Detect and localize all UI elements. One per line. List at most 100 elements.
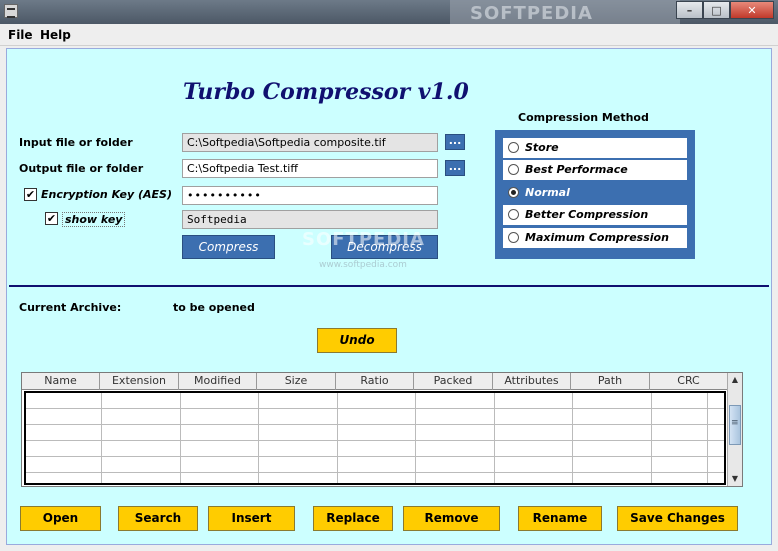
remove-button[interactable]: Remove bbox=[403, 506, 500, 531]
radio-store[interactable]: Store bbox=[503, 138, 687, 158]
col-attributes[interactable]: Attributes bbox=[493, 373, 571, 390]
table-cell[interactable] bbox=[495, 441, 573, 457]
browse-input-button[interactable]: ... bbox=[445, 134, 465, 150]
table-cell[interactable] bbox=[573, 473, 652, 483]
table-cell[interactable] bbox=[416, 441, 495, 457]
table-cell[interactable] bbox=[573, 441, 652, 457]
title-bar[interactable]: SOFTPEDIA – □ ✕ bbox=[0, 0, 778, 24]
table-cell[interactable] bbox=[495, 473, 573, 483]
table-cell[interactable] bbox=[338, 409, 416, 425]
table-cell[interactable] bbox=[416, 409, 495, 425]
table-cell[interactable] bbox=[259, 409, 338, 425]
table-cell[interactable] bbox=[102, 473, 181, 483]
table-row[interactable] bbox=[26, 393, 724, 409]
input-field[interactable]: C:\Softpedia\Softpedia composite.tif bbox=[182, 133, 438, 152]
radio-maximum-compression[interactable]: Maximum Compression bbox=[503, 228, 687, 248]
col-path[interactable]: Path bbox=[571, 373, 650, 390]
table-row[interactable] bbox=[26, 425, 724, 441]
minimize-button[interactable]: – bbox=[676, 1, 703, 19]
table-cell[interactable] bbox=[573, 393, 652, 409]
col-extension[interactable]: Extension bbox=[100, 373, 179, 390]
menu-help[interactable]: Help bbox=[40, 28, 71, 42]
table-cell[interactable] bbox=[259, 473, 338, 483]
table-cell[interactable] bbox=[495, 409, 573, 425]
table-cell[interactable] bbox=[26, 473, 102, 483]
rename-button[interactable]: Rename bbox=[518, 506, 602, 531]
table-cell[interactable] bbox=[573, 425, 652, 441]
table-cell[interactable] bbox=[102, 441, 181, 457]
table-cell[interactable] bbox=[181, 441, 259, 457]
table-cell[interactable] bbox=[26, 457, 102, 473]
undo-button[interactable]: Undo bbox=[317, 328, 397, 353]
close-button[interactable]: ✕ bbox=[730, 1, 774, 19]
scroll-up-icon[interactable]: ▲ bbox=[729, 374, 741, 386]
table-cell[interactable] bbox=[495, 425, 573, 441]
col-modified[interactable]: Modified bbox=[179, 373, 257, 390]
table-cell[interactable] bbox=[102, 409, 181, 425]
vertical-scrollbar[interactable]: ▲ ▼ bbox=[727, 373, 742, 486]
table-cell[interactable] bbox=[181, 409, 259, 425]
table-cell[interactable] bbox=[259, 425, 338, 441]
table-cell[interactable] bbox=[416, 457, 495, 473]
table-cell[interactable] bbox=[259, 457, 338, 473]
encryption-key-field[interactable]: •••••••••• bbox=[182, 186, 438, 205]
table-cell[interactable] bbox=[26, 441, 102, 457]
table-cell[interactable] bbox=[102, 425, 181, 441]
menu-file[interactable]: File bbox=[8, 28, 33, 42]
replace-button[interactable]: Replace bbox=[313, 506, 393, 531]
search-button[interactable]: Search bbox=[118, 506, 198, 531]
table-cell[interactable] bbox=[495, 393, 573, 409]
table-cell[interactable] bbox=[102, 393, 181, 409]
table-cell[interactable] bbox=[259, 441, 338, 457]
table-body[interactable] bbox=[24, 391, 726, 485]
col-packed[interactable]: Packed bbox=[414, 373, 493, 390]
compress-button[interactable]: Compress bbox=[182, 235, 275, 259]
table-cell[interactable] bbox=[338, 393, 416, 409]
table-cell[interactable] bbox=[652, 425, 708, 441]
insert-button[interactable]: Insert bbox=[208, 506, 295, 531]
table-cell[interactable] bbox=[26, 393, 102, 409]
col-size[interactable]: Size bbox=[257, 373, 336, 390]
table-cell[interactable] bbox=[652, 441, 708, 457]
table-cell[interactable] bbox=[495, 457, 573, 473]
table-row[interactable] bbox=[26, 473, 724, 483]
table-cell[interactable] bbox=[416, 393, 495, 409]
table-cell[interactable] bbox=[26, 409, 102, 425]
output-field[interactable]: C:\Softpedia Test.tiff bbox=[182, 159, 438, 178]
table-cell[interactable] bbox=[416, 473, 495, 483]
maximize-button[interactable]: □ bbox=[703, 1, 730, 19]
table-cell[interactable] bbox=[338, 441, 416, 457]
table-cell[interactable] bbox=[259, 393, 338, 409]
table-cell[interactable] bbox=[338, 473, 416, 483]
table-cell[interactable] bbox=[26, 425, 102, 441]
radio-best-performance[interactable]: Best Performace bbox=[503, 160, 687, 180]
show-key-checkbox[interactable]: ✔ bbox=[45, 212, 58, 225]
browse-output-button[interactable]: ... bbox=[445, 160, 465, 176]
table-cell[interactable] bbox=[181, 457, 259, 473]
radio-better-compression[interactable]: Better Compression bbox=[503, 205, 687, 225]
table-row[interactable] bbox=[26, 457, 724, 473]
table-cell[interactable] bbox=[652, 393, 708, 409]
table-cell[interactable] bbox=[338, 425, 416, 441]
radio-normal[interactable]: Normal bbox=[503, 183, 687, 203]
col-ratio[interactable]: Ratio bbox=[336, 373, 414, 390]
table-cell[interactable] bbox=[573, 409, 652, 425]
table-row[interactable] bbox=[26, 441, 724, 457]
table-cell[interactable] bbox=[652, 473, 708, 483]
table-row[interactable] bbox=[26, 409, 724, 425]
table-cell[interactable] bbox=[416, 425, 495, 441]
table-cell[interactable] bbox=[652, 457, 708, 473]
open-button[interactable]: Open bbox=[20, 506, 101, 531]
table-cell[interactable] bbox=[338, 457, 416, 473]
table-cell[interactable] bbox=[102, 457, 181, 473]
scroll-down-icon[interactable]: ▼ bbox=[729, 473, 741, 485]
table-cell[interactable] bbox=[181, 473, 259, 483]
table-cell[interactable] bbox=[181, 393, 259, 409]
encryption-checkbox[interactable]: ✔ bbox=[24, 188, 37, 201]
col-crc[interactable]: CRC bbox=[650, 373, 728, 390]
col-name[interactable]: Name bbox=[22, 373, 100, 390]
table-cell[interactable] bbox=[573, 457, 652, 473]
app-menu-icon[interactable] bbox=[4, 4, 18, 18]
scroll-thumb[interactable] bbox=[729, 405, 741, 445]
table-cell[interactable] bbox=[652, 409, 708, 425]
